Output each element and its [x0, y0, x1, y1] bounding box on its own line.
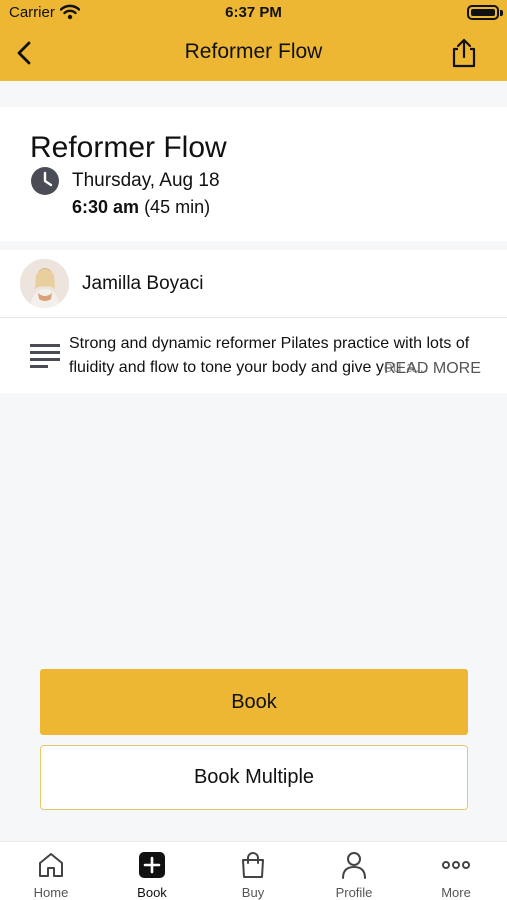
book-button[interactable]: Book [40, 669, 468, 735]
class-start-time: 6:30 am [72, 197, 140, 217]
tab-label: More [441, 885, 471, 900]
read-more-link[interactable]: READ MORE [384, 357, 481, 381]
status-time: 6:37 PM [225, 4, 282, 21]
description-row: Strong and dynamic reformer Pilates prac… [0, 318, 507, 393]
class-time: 6:30 am (45 min) [72, 197, 210, 218]
home-icon [39, 853, 63, 877]
tab-bar: Home Book Buy Profile More [0, 841, 507, 900]
plus-square-icon [139, 852, 165, 878]
book-multiple-button[interactable]: Book Multiple [40, 745, 468, 810]
more-dots-icon [442, 861, 470, 869]
nav-title: Reformer Flow [184, 40, 323, 63]
tab-buy[interactable]: Buy [213, 842, 293, 900]
tab-label: Profile [335, 885, 373, 900]
status-bar: Carrier 6:37 PM [0, 0, 507, 26]
battery-nub [500, 10, 503, 16]
instructor-name: Jamilla Boyaci [82, 273, 204, 294]
avatar [20, 259, 69, 308]
class-title: Reformer Flow [30, 131, 227, 164]
clock-icon [31, 167, 59, 195]
share-icon[interactable] [449, 37, 479, 69]
tab-home[interactable]: Home [11, 842, 91, 900]
class-header-card: Reformer Flow Thursday, Aug 18 6:30 am (… [0, 107, 507, 241]
user-icon [342, 852, 366, 879]
text-lines-icon [30, 344, 60, 368]
tab-label: Book [137, 885, 167, 900]
tab-more[interactable]: More [416, 842, 496, 900]
shopping-bag-icon [242, 852, 264, 878]
instructor-row[interactable]: Jamilla Boyaci [0, 250, 507, 318]
class-date: Thursday, Aug 18 [72, 170, 220, 191]
battery-icon [467, 5, 499, 20]
tab-profile[interactable]: Profile [314, 842, 394, 900]
tab-label: Home [33, 885, 69, 900]
class-duration: (45 min) [144, 197, 211, 217]
tab-label: Buy [241, 885, 265, 900]
nav-bar: Reformer Flow [0, 26, 507, 81]
tab-book[interactable]: Book [112, 842, 192, 900]
